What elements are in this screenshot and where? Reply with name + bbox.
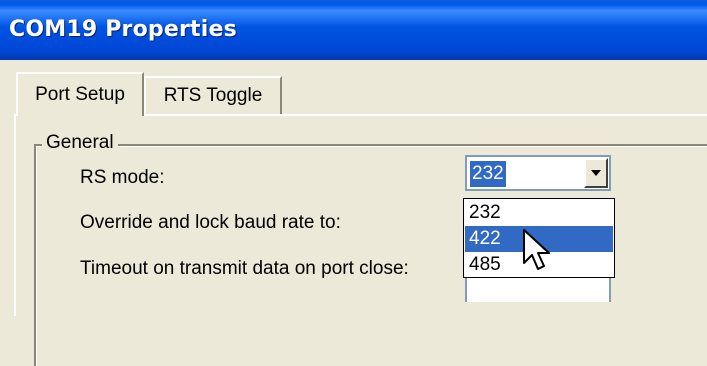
timeout-label: Timeout on transmit data on port close: — [80, 258, 409, 279]
rs-mode-value: 232 — [470, 161, 506, 187]
chevron-down-icon — [591, 170, 601, 176]
tab-port-setup-label: Port Setup — [35, 84, 125, 105]
rs-mode-option-232[interactable]: 232 — [465, 200, 613, 226]
tab-rts-toggle[interactable]: RTS Toggle — [144, 76, 282, 114]
rs-mode-dropdown-button[interactable] — [584, 158, 608, 188]
general-group-label: General — [42, 132, 118, 154]
window-title: COM19 Properties — [9, 17, 237, 42]
tab-port-setup[interactable]: Port Setup — [16, 72, 144, 116]
rs-mode-label: RS mode: — [80, 167, 165, 188]
override-baud-label: Override and lock baud rate to: — [80, 212, 341, 233]
mouse-pointer-icon — [523, 229, 550, 270]
tab-rts-toggle-label: RTS Toggle — [163, 85, 263, 106]
rs-mode-select[interactable]: 232 — [465, 155, 611, 191]
title-bar[interactable]: COM19 Properties — [0, 0, 707, 60]
